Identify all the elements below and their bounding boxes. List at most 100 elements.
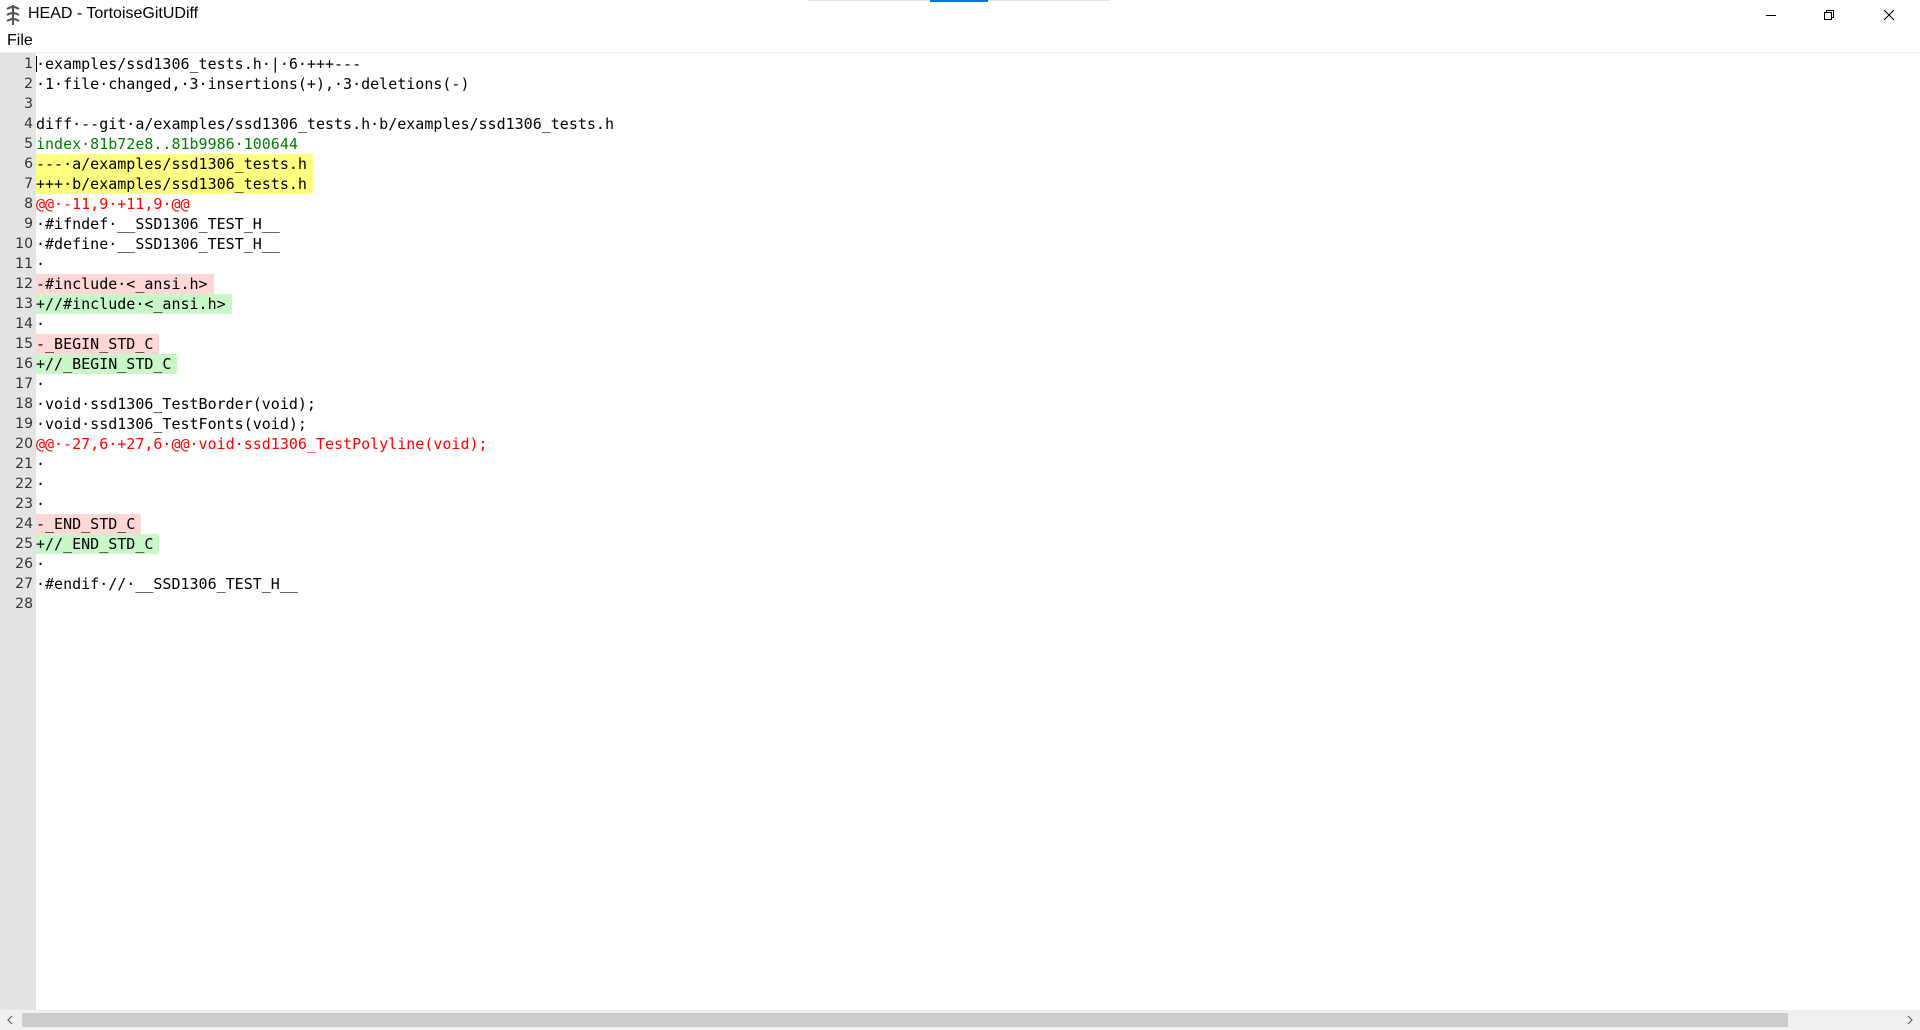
scroll-right-button[interactable] (1900, 1010, 1920, 1030)
line-number: 7 (24, 176, 33, 192)
diff-line[interactable]: 3 (24, 94, 1916, 114)
scroll-left-button[interactable] (0, 1010, 20, 1030)
line-number: 25 (15, 536, 33, 552)
diff-line[interactable]: 24 -_END_STD_C (15, 514, 1916, 534)
diff-line-text: ·#define·__SSD1306_TEST_H__ (36, 235, 280, 253)
line-number: 24 (15, 516, 33, 532)
diff-line-text: -#include·<_ansi.h> (36, 274, 214, 294)
line-number: 17 (15, 376, 33, 392)
diff-line-text: @@·-11,9·+11,9·@@ (36, 195, 190, 213)
line-number: 6 (24, 156, 33, 172)
diff-line-text: ---·a/examples/ssd1306_tests.h (36, 154, 313, 174)
diff-line[interactable]: 5 index·81b72e8..81b9986·100644 (24, 134, 1916, 154)
diff-line-text: +++·b/examples/ssd1306_tests.h (36, 174, 313, 194)
diff-line[interactable]: 21 · (15, 454, 1916, 474)
diff-line[interactable]: 4 diff·--git·a/examples/ssd1306_tests.h·b… (24, 114, 1916, 134)
line-number: 16 (15, 356, 33, 372)
menu-bar: File (0, 30, 1920, 53)
diff-line-text: · (36, 315, 46, 333)
line-number: 1 (24, 56, 33, 72)
diff-line-text: · (36, 455, 46, 473)
line-number: 20 (15, 436, 33, 452)
diff-line[interactable]: 17 · (15, 374, 1916, 394)
minimize-button[interactable] (1742, 0, 1800, 30)
chevron-right-icon (1907, 1015, 1913, 1025)
diff-text-area[interactable]: 1 ·examples/ssd1306_tests.h·|·6·+++--- 2·1… (15, 54, 1916, 614)
diff-line-text: -_BEGIN_STD_C (36, 334, 160, 354)
line-number: 4 (24, 116, 33, 132)
chevron-left-icon (7, 1015, 13, 1025)
diff-line-text: +//#include·<_ansi.h> (36, 294, 232, 314)
restore-icon (1824, 10, 1834, 20)
title-accent-bar (930, 0, 988, 2)
diff-line[interactable]: 2·1·file·changed,·3·insertions(+),·3·del… (24, 74, 1916, 94)
diff-editor[interactable]: 1 ·examples/ssd1306_tests.h·|·6·+++--- 2·1… (0, 53, 1920, 1010)
line-number: 12 (15, 276, 33, 292)
window-title: HEAD - TortoiseGitUDiff (28, 5, 199, 22)
line-number: 3 (24, 96, 33, 112)
title-bar[interactable]: HEAD - TortoiseGitUDiff (0, 0, 1920, 30)
diff-line-text: -_END_STD_C (36, 514, 142, 534)
scroll-thumb[interactable] (22, 1013, 1788, 1027)
minimize-icon (1766, 15, 1776, 16)
line-number: 13 (15, 296, 33, 312)
diff-line[interactable]: 23 · (15, 494, 1916, 514)
line-number: 22 (15, 476, 33, 492)
diff-line-text: · (36, 255, 46, 273)
line-number: 9 (24, 216, 33, 232)
diff-line-text: ·examples/ssd1306_tests.h·|·6·+++--- (36, 55, 362, 73)
menu-file[interactable]: File (7, 32, 33, 50)
line-number: 10 (15, 236, 33, 252)
line-number: 27 (15, 576, 33, 592)
horizontal-scrollbar[interactable] (0, 1010, 1920, 1030)
diff-line-text: ·void·ssd1306_TestFonts(void); (36, 415, 307, 433)
diff-line[interactable]: 10 ·#define·__SSD1306_TEST_H__ (15, 234, 1916, 254)
diff-line[interactable]: 8 @@·-11,9·+11,9·@@ (24, 194, 1916, 214)
line-number: 14 (15, 316, 33, 332)
diff-line-text: ·#ifndef·__SSD1306_TEST_H__ (36, 215, 280, 233)
line-number: 11 (15, 256, 33, 272)
diff-line[interactable]: 1 ·examples/ssd1306_tests.h·|·6·+++--- (24, 54, 1916, 74)
line-number: 26 (15, 556, 33, 572)
diff-line-text: index·81b72e8..81b9986·100644 (36, 135, 298, 153)
diff-line-text: · (36, 555, 46, 573)
line-number: 28 (15, 596, 33, 612)
diff-line-text: ·#endif·//·__SSD1306_TEST_H__ (36, 575, 298, 593)
diff-line[interactable]: 12 -#include·<_ansi.h> (15, 274, 1916, 294)
diff-line[interactable]: 15 -_BEGIN_STD_C (15, 334, 1916, 354)
diff-line-text: · (36, 495, 46, 513)
diff-line[interactable]: 22 · (15, 474, 1916, 494)
diff-line-text: ·void·ssd1306_TestBorder(void); (36, 395, 316, 413)
diff-line[interactable]: 27 ·#endif·//·__SSD1306_TEST_H__ (15, 574, 1916, 594)
line-number: 19 (15, 416, 33, 432)
diff-line[interactable]: 28 (15, 594, 1916, 614)
diff-line[interactable]: 13 +//#include·<_ansi.h> (15, 294, 1916, 314)
text-caret (36, 56, 37, 72)
diff-line[interactable]: 26 · (15, 554, 1916, 574)
diff-line-text: +//_BEGIN_STD_C (36, 354, 178, 374)
diff-line[interactable]: 11 · (15, 254, 1916, 274)
diff-line-text: +//_END_STD_C (36, 534, 160, 554)
diff-line[interactable]: 25 +//_END_STD_C (15, 534, 1916, 554)
tortoisegitudiff-window: HEAD - TortoiseGitUDiff File 1 ·examples/… (0, 0, 1920, 1030)
line-number: 8 (24, 196, 33, 212)
diff-line[interactable]: 18 ·void·ssd1306_TestBorder(void); (15, 394, 1916, 414)
diff-line-text: ·1·file·changed,·3·insertions(+),·3·dele… (36, 75, 470, 93)
close-button[interactable] (1858, 0, 1920, 30)
line-number: 21 (15, 456, 33, 472)
diff-line[interactable]: 14 · (15, 314, 1916, 334)
close-icon (1883, 9, 1895, 21)
diff-line[interactable]: 9 ·#ifndef·__SSD1306_TEST_H__ (24, 214, 1916, 234)
diff-line[interactable]: 6 ---·a/examples/ssd1306_tests.h (24, 154, 1916, 174)
line-number: 18 (15, 396, 33, 412)
line-number: 15 (15, 336, 33, 352)
line-number: 2 (24, 76, 33, 92)
diff-line-text: @@·-27,6·+27,6·@@·void·ssd1306_TestPolyl… (36, 435, 488, 453)
restore-button[interactable] (1800, 0, 1858, 30)
diff-line[interactable]: 19 ·void·ssd1306_TestFonts(void); (15, 414, 1916, 434)
diff-line[interactable]: 16 +//_BEGIN_STD_C (15, 354, 1916, 374)
line-number: 5 (24, 136, 33, 152)
diff-line[interactable]: 20 @@·-27,6·+27,6·@@·void·ssd1306_TestPol… (15, 434, 1916, 454)
diff-line[interactable]: 7 +++·b/examples/ssd1306_tests.h (24, 174, 1916, 194)
diff-line-text: · (36, 475, 46, 493)
